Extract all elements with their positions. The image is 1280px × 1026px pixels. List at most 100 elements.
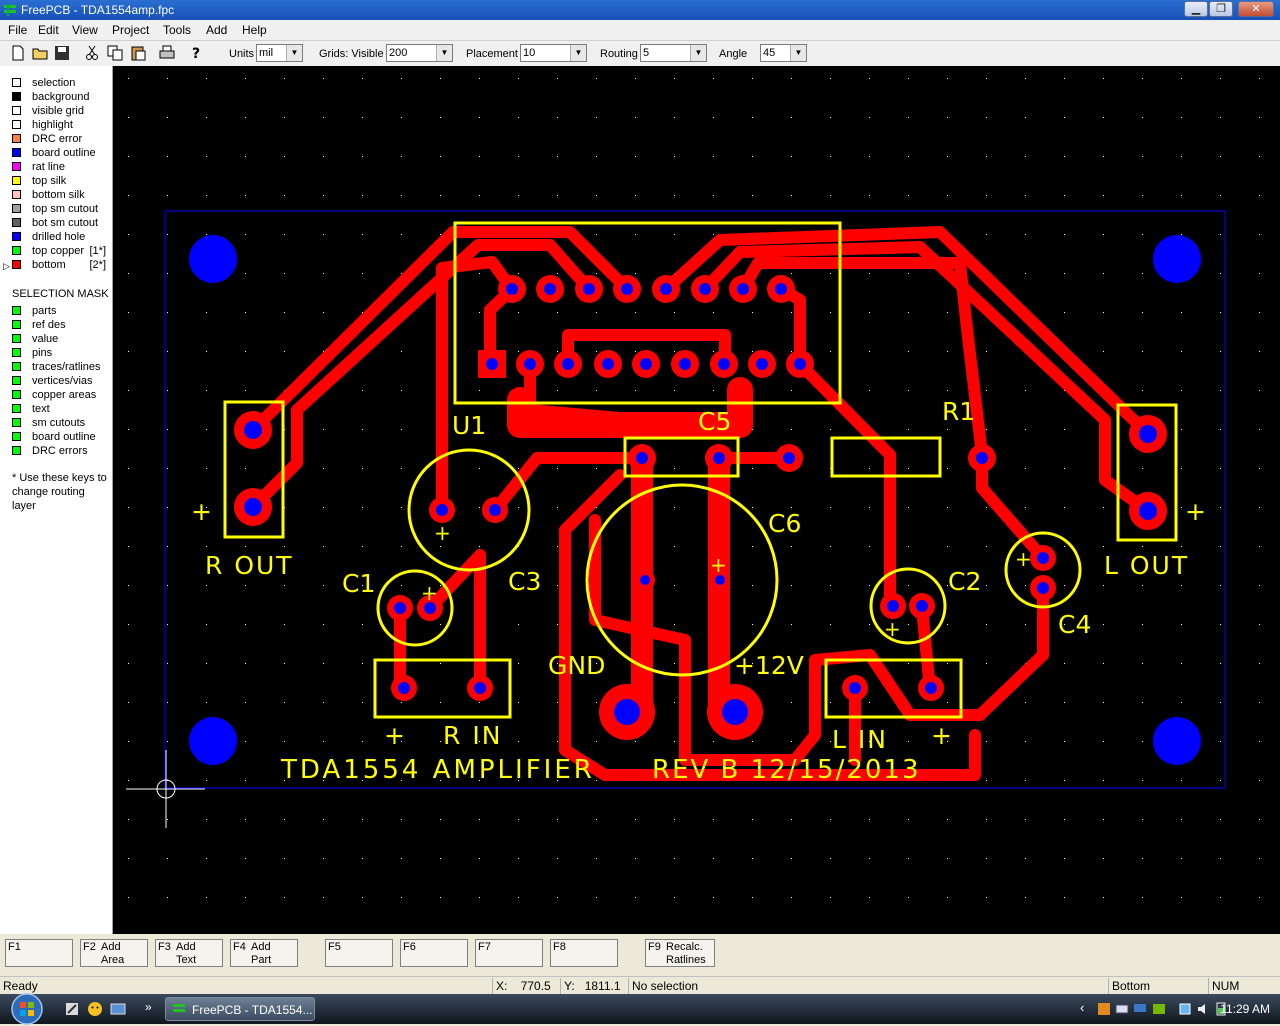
component-pads[interactable] [189,235,1201,765]
menu-project[interactable]: Project [112,23,149,37]
quick-launch-overflow[interactable]: » [145,1000,152,1014]
selection-mask-row[interactable]: DRC errors [12,445,112,457]
layer-color-swatch[interactable] [12,232,21,241]
new-file-icon[interactable] [9,44,27,62]
menu-tools[interactable]: Tools [163,23,191,37]
layer-color-swatch[interactable] [12,246,21,255]
print-icon[interactable] [158,44,176,62]
save-icon[interactable] [53,44,71,62]
selection-mask-row[interactable]: copper areas [12,389,112,401]
selection-mask-row[interactable]: sm cutouts [12,417,112,429]
selection-mask-toggle[interactable] [12,320,21,329]
layer-row[interactable]: top sm cutout [12,203,112,215]
layer-color-swatch[interactable] [12,204,21,213]
layer-row[interactable]: background [12,91,112,103]
network-tray-icon[interactable] [1115,1002,1129,1016]
volume-icon[interactable] [1196,1002,1210,1016]
chevron-down-icon[interactable]: ▼ [570,45,586,61]
selection-mask-row[interactable]: traces/ratlines [12,361,112,373]
selection-mask-toggle[interactable] [12,446,21,455]
layer-row[interactable]: board outline [12,147,112,159]
selection-mask-toggle[interactable] [12,348,21,357]
help-icon[interactable]: ? [187,44,205,62]
menu-view[interactable]: View [72,23,98,37]
selection-mask-toggle[interactable] [12,362,21,371]
chevron-down-icon[interactable]: ▼ [690,45,706,61]
pcb-canvas[interactable]: U1 C5 R1 C6 C1 C3 C2 C4 R OUT L OUT GND … [113,66,1280,934]
layer-row[interactable]: bottom silk [12,189,112,201]
selection-mask-toggle[interactable] [12,306,21,315]
function-key-f7[interactable]: F7 [475,939,543,967]
units-select[interactable]: mil ▼ [256,44,303,62]
routing-grid-select[interactable]: 5 ▼ [640,44,707,62]
chevron-down-icon[interactable]: ▼ [286,45,302,61]
menu-edit[interactable]: Edit [38,23,59,37]
security-tray-icon[interactable] [1097,1002,1111,1016]
selection-mask-toggle[interactable] [12,334,21,343]
placement-grid-select[interactable]: 10 ▼ [520,44,587,62]
layer-row[interactable]: rat line [12,161,112,173]
nvidia-tray-icon[interactable] [1152,1002,1166,1016]
function-key-f5[interactable]: F5 [325,939,393,967]
messenger-quick-launch-icon[interactable] [87,1001,103,1017]
function-key-f6[interactable]: F6 [400,939,468,967]
selection-mask-row[interactable]: text [12,403,112,415]
function-key-f1[interactable]: F1 [5,939,73,967]
selection-mask-toggle[interactable] [12,432,21,441]
function-key-f9[interactable]: F9 Recalc. Ratlines [645,939,715,967]
cut-icon[interactable] [83,44,101,62]
grid-visible-select[interactable]: 200 ▼ [386,44,453,62]
connection-tray-icon[interactable] [1178,1002,1192,1016]
layer-color-swatch[interactable] [12,218,21,227]
selection-mask-row[interactable]: value [12,333,112,345]
pcb-board-view[interactable]: U1 C5 R1 C6 C1 C3 C2 C4 R OUT L OUT GND … [113,66,1280,934]
layer-row[interactable]: DRC error [12,133,112,145]
tray-expand-arrow[interactable]: ‹ [1080,1000,1084,1015]
menu-add[interactable]: Add [206,23,227,37]
layer-row[interactable]: visible grid [12,105,112,117]
selection-mask-row[interactable]: ref des [12,319,112,331]
function-key-f8[interactable]: F8 [550,939,618,967]
selection-mask-toggle[interactable] [12,376,21,385]
layer-row[interactable]: top copper [1*] [12,245,112,257]
close-button[interactable]: ✕ [1238,1,1274,17]
editor-quick-launch-icon[interactable] [64,1001,80,1017]
selection-mask-row[interactable]: parts [12,305,112,317]
bottom-copper-traces[interactable] [247,226,1154,781]
layer-color-swatch[interactable] [12,176,21,185]
layer-color-swatch[interactable] [12,106,21,115]
angle-select[interactable]: 45 ▼ [760,44,807,62]
display-tray-icon[interactable] [1133,1002,1147,1016]
layer-row[interactable]: selection [12,77,112,89]
selection-mask-toggle[interactable] [12,404,21,413]
minimize-button[interactable]: ▁ [1184,1,1208,17]
layer-color-swatch[interactable] [12,148,21,157]
layer-color-swatch[interactable] [12,78,21,87]
open-folder-icon[interactable] [31,44,49,62]
taskbar-freepcb-button[interactable]: FreePCB - TDA1554... [165,997,315,1021]
function-key-f2[interactable]: F2 Add Area [80,939,148,967]
chevron-down-icon[interactable]: ▼ [436,45,452,61]
selection-mask-row[interactable]: pins [12,347,112,359]
layer-row[interactable]: highlight [12,119,112,131]
selection-mask-toggle[interactable] [12,390,21,399]
layer-row[interactable]: top silk [12,175,112,187]
function-key-f4[interactable]: F4 Add Part [230,939,298,967]
layer-color-swatch[interactable] [12,92,21,101]
selection-mask-row[interactable]: vertices/vias [12,375,112,387]
maximize-button[interactable]: ❐ [1209,1,1233,17]
chevron-down-icon[interactable]: ▼ [790,45,806,61]
copy-icon[interactable] [106,44,124,62]
layer-row[interactable]: bot sm cutout [12,217,112,229]
layer-row[interactable]: drilled hole [12,231,112,243]
menu-file[interactable]: File [8,23,27,37]
layer-color-swatch[interactable] [12,120,21,129]
menu-help[interactable]: Help [242,23,267,37]
layer-color-swatch[interactable] [12,162,21,171]
layer-color-swatch[interactable] [12,260,21,269]
selection-mask-row[interactable]: board outline [12,431,112,443]
show-desktop-icon[interactable] [110,1001,126,1017]
layer-color-swatch[interactable] [12,134,21,143]
paste-icon[interactable] [129,44,147,62]
function-key-f3[interactable]: F3 Add Text [155,939,223,967]
